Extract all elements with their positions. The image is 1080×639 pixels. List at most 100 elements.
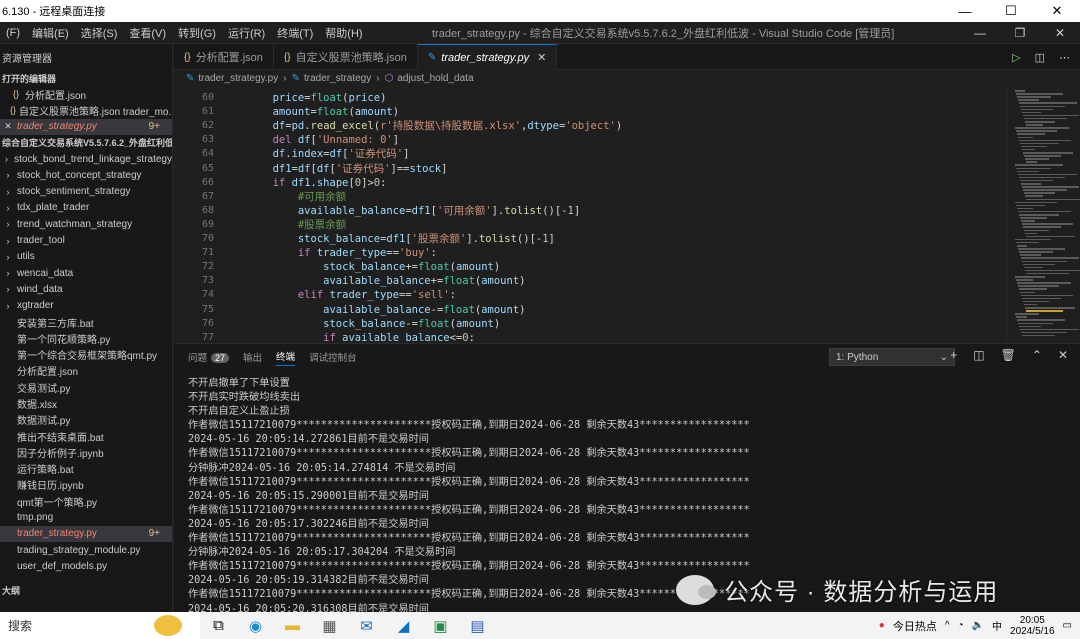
file-item[interactable]: 赚钱日历.ipynb [0,477,172,493]
terminal-app-icon[interactable]: ▣ [422,617,459,635]
menu-help[interactable]: 帮助(H) [319,25,368,41]
file-item[interactable]: 分析配置.json [0,363,172,379]
news-label[interactable]: 今日热点 [893,618,937,634]
file-item[interactable]: 数据.xlsx [0,395,172,411]
minimap-line [1020,105,1065,107]
code-editor[interactable]: 59606162636465666768697071727374757677 p… [174,86,1080,343]
outline-section[interactable]: 大纲 [0,583,172,599]
rdp-close-button[interactable]: ✕ [1034,0,1080,22]
breadcrumb-file[interactable]: trader_strategy.py [198,73,278,84]
breadcrumb-module[interactable]: trader_strategy [304,73,371,84]
trash-icon[interactable]: 🗑 [1001,348,1016,362]
menu-go[interactable]: 转到(G) [172,25,222,41]
close-icon[interactable]: ✕ [2,121,14,132]
restore-icon[interactable]: ❐ [1000,22,1040,44]
close-tab-icon[interactable]: ✕ [537,51,546,64]
task-view-icon[interactable]: ⧉ [200,617,237,634]
file-item[interactable]: qmt第一个策略.py [0,493,172,509]
open-editor-label: 分析配置.json [25,90,87,102]
open-editors-section[interactable]: 打开的编辑器 [0,70,172,86]
folder-item[interactable]: › utils [0,249,172,265]
ime-icon[interactable]: 中 [992,618,1002,633]
file-item[interactable]: 第一个同花顺策略.py [0,330,172,346]
folder-item[interactable]: › stock_bond_trend_linkage_strategy [0,151,172,167]
rdp-maximize-button[interactable]: ☐ [988,0,1034,22]
close-icon[interactable]: ✕ [1040,22,1080,44]
file-item[interactable]: 数据测试.py [0,412,172,428]
remote-desktop-icon[interactable]: ▤ [459,617,496,635]
minimap-line [1026,198,1080,200]
edge-icon[interactable]: ◉ [237,617,274,635]
clock[interactable]: 20:05 2024/5/16 [1010,615,1055,637]
file-item[interactable]: 安装第三方库.bat [0,314,172,330]
network-icon[interactable]: ◔ [958,620,964,631]
line-number: 60 [201,92,214,104]
menu-selection[interactable]: 选择(S) [75,25,124,41]
terminal-select[interactable]: 1: Python ⌄ [829,348,955,366]
minimap[interactable] [1006,86,1080,343]
file-item[interactable]: 因子分析例子.ipynb [0,444,172,460]
folder-item[interactable]: › wind_data [0,281,172,297]
minimap-line [1019,176,1065,179]
vscode-icon[interactable]: ◢ [385,617,422,635]
notification-icon[interactable]: ▭ [1063,620,1072,631]
add-terminal-icon[interactable]: + [950,348,957,362]
menu-terminal[interactable]: 终端(T) [271,25,319,41]
project-section[interactable]: 综合自定义交易系统V5.5.7.6.2_外盘红利低波 [0,135,172,151]
file-item[interactable]: trader_strategy.py 9+ [0,525,172,543]
file-item[interactable]: 交易测试.py [0,379,172,395]
mail-icon[interactable]: ✉ [348,617,385,635]
minimize-icon[interactable]: — [960,22,1000,44]
maximize-panel-icon[interactable]: ⌃ [1032,348,1042,362]
menu-run[interactable]: 运行(R) [222,25,271,41]
folder-item[interactable]: › xgtrader [0,298,172,314]
file-item[interactable]: 第一个综合交易框架策略qmt.py [0,346,172,362]
volume-icon[interactable]: 🔈 [972,620,984,631]
folder-item[interactable]: › stock_hot_concept_strategy [0,167,172,183]
code-area[interactable]: price=float(price) amount=float(amount) … [222,86,1000,343]
breadcrumb-function[interactable]: adjust_hold_data [397,73,473,84]
minimap-line [1019,214,1059,216]
news-icon[interactable]: ● [879,620,885,631]
split-editor-icon[interactable]: ◫ [1035,51,1045,64]
open-editor-item[interactable]: ✕ trader_strategy.py 9+ [0,118,172,135]
menu-edit[interactable]: 编辑(E) [26,25,75,41]
file-item[interactable]: 运行策略.bat [0,461,172,477]
menu-file[interactable]: (F) [0,27,26,39]
tab-trader-strategy[interactable]: ✎ trader_strategy.py ✕ [417,44,558,70]
close-panel-icon[interactable]: ✕ [1058,348,1068,362]
open-editor-item[interactable]: {} 自定义股票池策略.json trader_mo... [0,102,172,118]
folder-item[interactable]: › tdx_plate_trader [0,200,172,216]
rdp-minimize-button[interactable]: — [942,0,988,22]
open-editor-item[interactable]: {} 分析配置.json [0,86,172,102]
tray-chevron-icon[interactable]: ^ [945,620,950,631]
tab-debug-console[interactable]: 调试控制台 [309,350,357,364]
store-icon[interactable]: ▦ [311,617,348,635]
folder-item[interactable]: › trader_tool [0,232,172,248]
folder-item[interactable]: › stock_sentiment_strategy [0,183,172,199]
run-icon[interactable]: ▷ [1012,51,1020,64]
folder-item[interactable]: › trend_watchman_strategy [0,216,172,232]
file-item[interactable]: tmp.png [0,509,172,525]
file-item[interactable]: user_def_models.py [0,558,172,574]
file-item[interactable]: 推出不结束桌面.bat [0,428,172,444]
tab-custom-stock-pool[interactable]: {} 自定义股票池策略.json [274,44,418,70]
minimap-line [1017,207,1033,210]
tab-problems[interactable]: 问题 27 [188,350,230,364]
folder-item[interactable]: › wencai_data [0,265,172,281]
system-tray: ● 今日热点 ^ ◔ 🔈 中 20:05 2024/5/16 ▭ [879,612,1072,639]
minimap-line [1023,263,1055,266]
tab-output[interactable]: 输出 [243,350,262,364]
tab-terminal[interactable]: 终端 [276,349,296,366]
file-explorer-icon[interactable]: ▬ [274,617,311,634]
code-line: available_balance+=float(amount) [323,275,526,288]
tree-item-label: trader_tool [17,235,65,247]
terminal-line: 不开启自定义止盈止损 [188,406,290,418]
file-item[interactable]: trading_strategy_module.py [0,542,172,558]
taskbar-search[interactable]: 搜索 [0,612,200,639]
minimap-line [1015,201,1057,204]
more-actions-icon[interactable]: ⋯ [1059,51,1070,64]
menu-view[interactable]: 查看(V) [123,25,172,41]
split-terminal-icon[interactable]: ◫ [973,348,984,362]
tab-analysis-config[interactable]: {} 分析配置.json [174,44,274,70]
